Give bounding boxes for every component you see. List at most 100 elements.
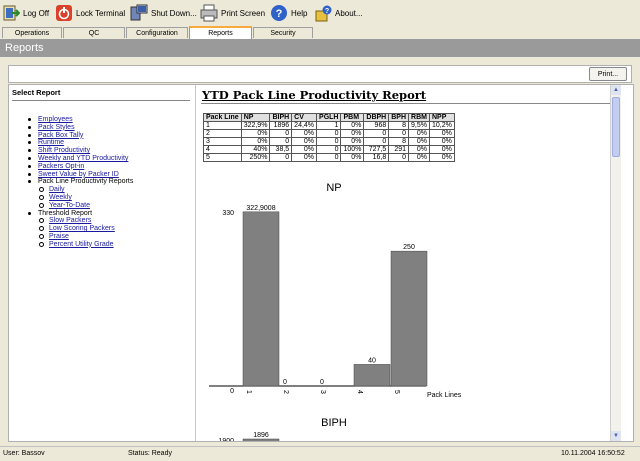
toolbar: Log Off Lock Terminal Shut Down... Print…	[0, 0, 640, 26]
scroll-down-icon[interactable]: ▼	[611, 431, 621, 441]
column-header: CV	[291, 113, 318, 122]
report-link-shift-productivity[interactable]: Shift Productivity	[38, 147, 90, 154]
column-header: PBM	[340, 113, 365, 122]
scroll-up-icon[interactable]: ▲	[611, 85, 621, 95]
table-cell: 10,2%	[428, 121, 455, 130]
table-cell: 727,5	[363, 145, 390, 154]
divider	[12, 100, 190, 101]
shut-down-label: Shut Down...	[151, 8, 197, 18]
table-cell: 0%	[428, 145, 455, 154]
table-cell: 24,4%	[291, 121, 318, 130]
table-cell: 5	[203, 153, 242, 162]
column-header: NP	[240, 113, 271, 122]
table-cell: 250%	[240, 153, 271, 162]
print-button[interactable]: Print...	[589, 67, 627, 81]
report-link-year-to-date[interactable]: Year-To-Date	[49, 202, 90, 209]
report-title: YTD Pack Line Productivity Report	[202, 88, 427, 102]
status-user: User: Bassov	[3, 450, 45, 457]
tab-security[interactable]: Security	[253, 27, 313, 38]
report-link-percent-utility[interactable]: Percent Utility Grade	[49, 241, 114, 248]
table-header-row: Pack Line NP BIPH CV PGLH PBM DBPH BPH RBM NPP	[203, 113, 455, 122]
about-label: About...	[335, 8, 363, 18]
report-link-weekly-ytd[interactable]: Weekly and YTD Productivity	[38, 155, 128, 162]
chart-title: BIPH	[321, 417, 347, 429]
table-cell: 322,9%	[240, 121, 271, 130]
status-text: Status: Ready	[128, 450, 172, 457]
tab-qc[interactable]: QC	[63, 27, 125, 38]
table-cell: 0	[269, 137, 293, 146]
status-bar: User: Bassov Status: Ready 10.11.2004 16…	[0, 446, 640, 461]
table-cell: 38,5	[269, 145, 293, 154]
x-tick-label: 5	[393, 390, 400, 394]
list-item: Year-To-Date	[27, 202, 133, 210]
data-label: 322,9008	[246, 205, 275, 212]
tab-reports[interactable]: Reports	[189, 26, 252, 39]
table-cell: 9,5%	[408, 121, 430, 130]
table-cell: 0	[316, 137, 342, 146]
report-link-packers-opt-in[interactable]: Packers Opt-in	[38, 163, 84, 170]
report-link-pack-styles[interactable]: Pack Styles	[38, 124, 75, 131]
table-cell: 2	[203, 129, 242, 138]
list-item: Sweet Value by Packer ID	[27, 171, 133, 179]
table-row: 3 0% 0 0% 0 0% 0 8 0% 0%	[203, 137, 455, 146]
report-link-praise[interactable]: Praise	[49, 233, 69, 240]
lock-terminal-label: Lock Terminal	[76, 8, 126, 18]
table-cell: 16,8	[363, 153, 390, 162]
tab-operations[interactable]: Operations	[2, 27, 62, 38]
tab-configuration[interactable]: Configuration	[126, 27, 188, 38]
list-item: Weekly	[27, 194, 133, 202]
log-off-icon	[2, 4, 20, 22]
charts-area: NP 330 0 322,9008 1 0 2 0 3 40 4 250 5 Pack Lines BIPH…	[209, 182, 462, 441]
report-link-runtime[interactable]: Runtime	[38, 139, 64, 146]
shut-down-button[interactable]: Shut Down...	[130, 2, 197, 24]
lock-terminal-button[interactable]: Lock Terminal	[55, 2, 125, 24]
table-cell: 0	[316, 145, 342, 154]
data-label: 40	[368, 357, 376, 364]
status-datetime: 10.11.2004 16:50:52	[561, 450, 625, 457]
group-label-threshold: Threshold Report	[27, 210, 133, 218]
report-link-low-scoring[interactable]: Low Scoring Packers	[49, 225, 115, 232]
print-screen-label: Print Screen	[221, 8, 266, 18]
help-button[interactable]: ? Help	[270, 2, 307, 24]
report-link-pack-box-tally[interactable]: Pack Box Tally	[38, 132, 83, 139]
svg-text:?: ?	[325, 8, 329, 15]
about-icon: ?	[314, 4, 332, 22]
list-item: Low Scoring Packers	[27, 225, 133, 233]
table-cell: 0	[363, 137, 390, 146]
table-cell: 0%	[291, 137, 318, 146]
print-screen-button[interactable]: Print Screen	[200, 2, 265, 24]
report-link-slow-packers[interactable]: Slow Packers	[49, 217, 91, 224]
table-cell: 3	[203, 137, 242, 146]
table-cell: 0%	[408, 129, 430, 138]
table-cell: 0%	[408, 137, 430, 146]
column-header: RBM	[408, 113, 430, 122]
table-cell: 291	[388, 145, 410, 154]
table-cell: 0	[363, 129, 390, 138]
column-header: BPH	[388, 113, 410, 122]
table-cell: 0%	[340, 121, 365, 130]
table-cell: 0%	[340, 153, 365, 162]
report-link-employees[interactable]: Employees	[38, 116, 73, 123]
report-link-weekly[interactable]: Weekly	[49, 194, 72, 201]
y-tick-label: 330	[222, 210, 234, 217]
list-item: Praise	[27, 233, 133, 241]
report-link-daily[interactable]: Daily	[49, 186, 65, 193]
list-item: Shift Productivity	[27, 147, 133, 155]
table-cell: 100%	[340, 145, 365, 154]
scroll-thumb[interactable]	[612, 97, 620, 157]
table-cell: 0%	[291, 153, 318, 162]
vertical-scrollbar[interactable]: ▲ ▼	[610, 85, 621, 441]
reports-panel: Print... Select Report Employees Pack St…	[0, 57, 640, 443]
table-cell: 1	[316, 121, 342, 130]
about-button[interactable]: ? About...	[314, 2, 363, 24]
table-cell: 0%	[291, 145, 318, 154]
log-off-button[interactable]: Log Off	[2, 2, 49, 24]
table-cell: 0	[269, 153, 293, 162]
report-link-sweet-value[interactable]: Sweet Value by Packer ID	[38, 171, 119, 178]
table-cell: 0%	[428, 129, 455, 138]
table-cell: 1896	[269, 121, 293, 130]
list-item: Packers Opt-in	[27, 163, 133, 171]
list-item: Slow Packers	[27, 217, 133, 225]
table-cell: 0	[316, 129, 342, 138]
table-cell: 4	[203, 145, 242, 154]
